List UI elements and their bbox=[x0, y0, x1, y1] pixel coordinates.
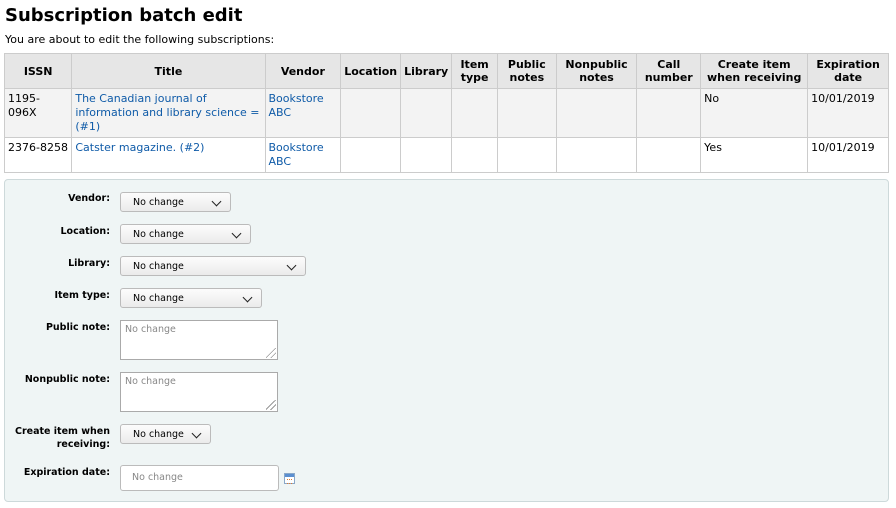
cell-create-item: No bbox=[700, 88, 809, 138]
public-note-textarea[interactable]: No change bbox=[120, 320, 278, 360]
col-nonpublic-notes[interactable]: Nonpublic notes bbox=[555, 53, 638, 89]
expiration-date-placeholder: No change bbox=[132, 472, 183, 483]
cell-issn: 2376-8258 bbox=[3, 137, 73, 173]
chevron-down-icon bbox=[286, 260, 297, 271]
page-title: Subscription batch edit bbox=[5, 5, 243, 26]
batch-edit-form: Vendor: No change Location: No change Li… bbox=[4, 179, 889, 502]
calendar-icon[interactable] bbox=[284, 473, 295, 484]
cell-vendor: Bookstore ABC bbox=[264, 88, 342, 138]
item-type-select[interactable]: No change bbox=[120, 288, 262, 308]
vendor-link[interactable]: Bookstore ABC bbox=[269, 141, 324, 168]
col-create-item[interactable]: Create item when receiving bbox=[700, 53, 809, 89]
nonpublic-note-textarea[interactable]: No change bbox=[120, 372, 278, 412]
cell-public-notes bbox=[496, 137, 557, 173]
library-select-value: No change bbox=[133, 261, 184, 272]
item-type-select-value: No change bbox=[133, 293, 184, 304]
expiration-date-input[interactable]: No change bbox=[120, 465, 279, 491]
table-row: 1195-096X The Canadian journal of inform… bbox=[3, 88, 889, 138]
vendor-label: Vendor: bbox=[68, 193, 110, 204]
cell-nonpublic-notes bbox=[555, 88, 638, 138]
col-issn[interactable]: ISSN bbox=[3, 53, 73, 89]
table-header-row: ISSN Title Vendor Location Library Item … bbox=[3, 53, 889, 89]
col-library[interactable]: Library bbox=[400, 53, 453, 89]
intro-text: You are about to edit the following subs… bbox=[5, 33, 275, 46]
create-item-select-value: No change bbox=[133, 429, 184, 440]
cell-nonpublic-notes bbox=[555, 137, 638, 173]
col-call-number[interactable]: Call number bbox=[636, 53, 702, 89]
create-item-label-line1: Create item when bbox=[15, 426, 110, 437]
resize-grip-icon[interactable] bbox=[266, 348, 276, 358]
subscription-title-link[interactable]: The Canadian journal of information and … bbox=[75, 92, 259, 133]
cell-item-type bbox=[451, 88, 498, 138]
cell-location bbox=[340, 88, 402, 138]
location-select-value: No change bbox=[133, 229, 184, 240]
cell-title: Catster magazine. (#2) bbox=[71, 137, 266, 173]
location-label: Location: bbox=[60, 226, 110, 237]
library-label: Library: bbox=[68, 258, 110, 269]
vendor-link[interactable]: Bookstore ABC bbox=[269, 92, 324, 119]
cell-expiration: 10/01/2019 bbox=[807, 137, 889, 173]
public-note-label: Public note: bbox=[45, 322, 110, 333]
col-title[interactable]: Title bbox=[71, 53, 266, 89]
col-expiration[interactable]: Expiration date bbox=[807, 53, 889, 89]
nonpublic-note-label: Nonpublic note: bbox=[24, 374, 110, 385]
col-location[interactable]: Location bbox=[340, 53, 402, 89]
create-item-label-line2: receiving: bbox=[56, 439, 110, 450]
cell-issn: 1195-096X bbox=[3, 88, 73, 138]
col-vendor[interactable]: Vendor bbox=[264, 53, 342, 89]
library-select[interactable]: No change bbox=[120, 256, 306, 276]
chevron-down-icon bbox=[242, 292, 253, 303]
nonpublic-note-placeholder: No change bbox=[125, 376, 176, 387]
vendor-select[interactable]: No change bbox=[120, 192, 231, 212]
cell-item-type bbox=[451, 137, 498, 173]
create-item-label: Create item when receiving: bbox=[0, 425, 110, 451]
subscription-title-link[interactable]: Catster magazine. (#2) bbox=[75, 141, 204, 154]
cell-create-item: Yes bbox=[700, 137, 809, 173]
expiration-date-label: Expiration date: bbox=[23, 467, 110, 478]
cell-public-notes bbox=[496, 88, 557, 138]
cell-vendor: Bookstore ABC bbox=[264, 137, 342, 173]
location-select[interactable]: No change bbox=[120, 224, 251, 244]
create-item-select[interactable]: No change bbox=[120, 424, 211, 444]
resize-grip-icon[interactable] bbox=[266, 400, 276, 410]
chevron-down-icon bbox=[211, 196, 222, 207]
vendor-select-value: No change bbox=[133, 197, 184, 208]
col-item-type[interactable]: Item type bbox=[451, 53, 498, 89]
public-note-placeholder: No change bbox=[125, 324, 176, 335]
cell-location bbox=[340, 137, 402, 173]
cell-call-number bbox=[636, 88, 702, 138]
cell-call-number bbox=[636, 137, 702, 173]
table-row: 2376-8258 Catster magazine. (#2) Booksto… bbox=[3, 137, 889, 173]
item-type-label: Item type: bbox=[54, 290, 110, 301]
cell-library bbox=[400, 88, 453, 138]
chevron-down-icon bbox=[231, 228, 242, 239]
chevron-down-icon bbox=[191, 428, 202, 439]
col-public-notes[interactable]: Public notes bbox=[496, 53, 557, 89]
cell-expiration: 10/01/2019 bbox=[807, 88, 889, 138]
cell-title: The Canadian journal of information and … bbox=[71, 88, 266, 138]
subscriptions-table: ISSN Title Vendor Location Library Item … bbox=[3, 53, 889, 173]
cell-library bbox=[400, 137, 453, 173]
